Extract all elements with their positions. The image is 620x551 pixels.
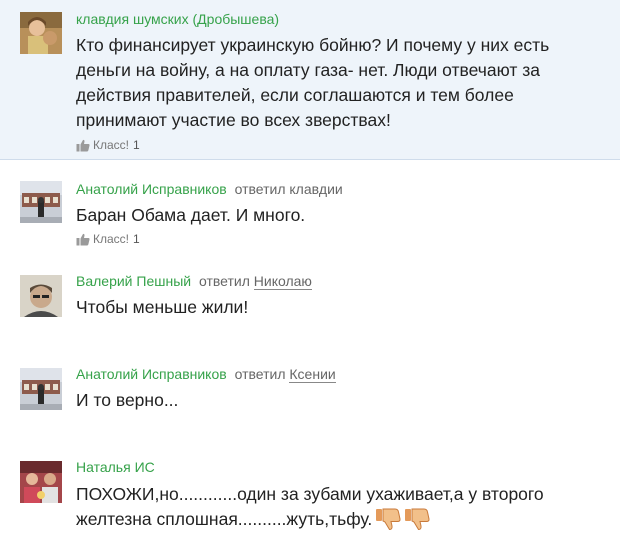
- comment-text: ПОХОЖИ,но............один за зубами ухаж…: [76, 482, 606, 532]
- author-link[interactable]: Наталья ИС: [76, 459, 155, 475]
- avatar[interactable]: [20, 12, 62, 54]
- like-button[interactable]: Класс! 1: [76, 232, 140, 246]
- comment-text: Кто финансирует украинскую бойню? И поче…: [76, 35, 550, 130]
- comment-text: Чтобы меньше жили!: [76, 297, 249, 317]
- avatar[interactable]: [20, 461, 62, 503]
- like-button[interactable]: Класс! 1: [76, 138, 140, 152]
- comment-item: Валерий Пешный ответил Николаю Чтобы мен…: [0, 264, 620, 334]
- comment-item: Анатолий Исправников ответил клавдии Бар…: [0, 170, 620, 250]
- author-link[interactable]: клавдия шумских (Дробышева): [76, 11, 279, 27]
- avatar[interactable]: [20, 368, 62, 410]
- comment-header: Валерий Пешный ответил Николаю: [76, 273, 312, 290]
- comment-text: Баран Обама дает. И много.: [76, 205, 306, 225]
- thumbs-up-icon: [76, 233, 90, 245]
- reply-to-link[interactable]: Ксении: [289, 366, 336, 383]
- thumbs-down-emoji: [376, 508, 401, 531]
- avatar[interactable]: [20, 181, 62, 223]
- comment-item: Наталья ИС ПОХОЖИ,но............один за …: [0, 450, 620, 550]
- thumbs-up-icon: [76, 139, 90, 151]
- comment-header: Анатолий Исправников ответил клавдии: [76, 181, 343, 197]
- like-label: Класс!: [93, 138, 129, 152]
- author-link[interactable]: Анатолий Исправников: [76, 366, 227, 382]
- reply-verb: ответил: [234, 366, 286, 382]
- like-label: Класс!: [93, 232, 129, 246]
- reply-verb: ответил: [198, 273, 250, 289]
- like-count: 1: [133, 138, 140, 152]
- reply-verb: ответил: [234, 181, 286, 197]
- avatar[interactable]: [20, 275, 62, 317]
- author-link[interactable]: Анатолий Исправников: [76, 181, 227, 197]
- reply-to-link[interactable]: клавдии: [289, 181, 342, 197]
- comment-item: Анатолий Исправников ответил Ксении И то…: [0, 357, 620, 427]
- comment-header: Анатолий Исправников ответил Ксении: [76, 366, 336, 383]
- reply-to-link[interactable]: Николаю: [253, 273, 312, 290]
- like-count: 1: [133, 232, 140, 246]
- author-link[interactable]: Валерий Пешный: [76, 273, 191, 289]
- comment-header: Наталья ИС: [76, 459, 155, 475]
- comment-header: клавдия шумских (Дробышева): [76, 11, 279, 27]
- comment-item: клавдия шумских (Дробышева) Кто финансир…: [0, 0, 620, 160]
- comment-text-content: ПОХОЖИ,но............один за зубами ухаж…: [76, 484, 544, 529]
- thumbs-down-emoji: [405, 508, 430, 531]
- comment-text: И то верно...: [76, 390, 179, 410]
